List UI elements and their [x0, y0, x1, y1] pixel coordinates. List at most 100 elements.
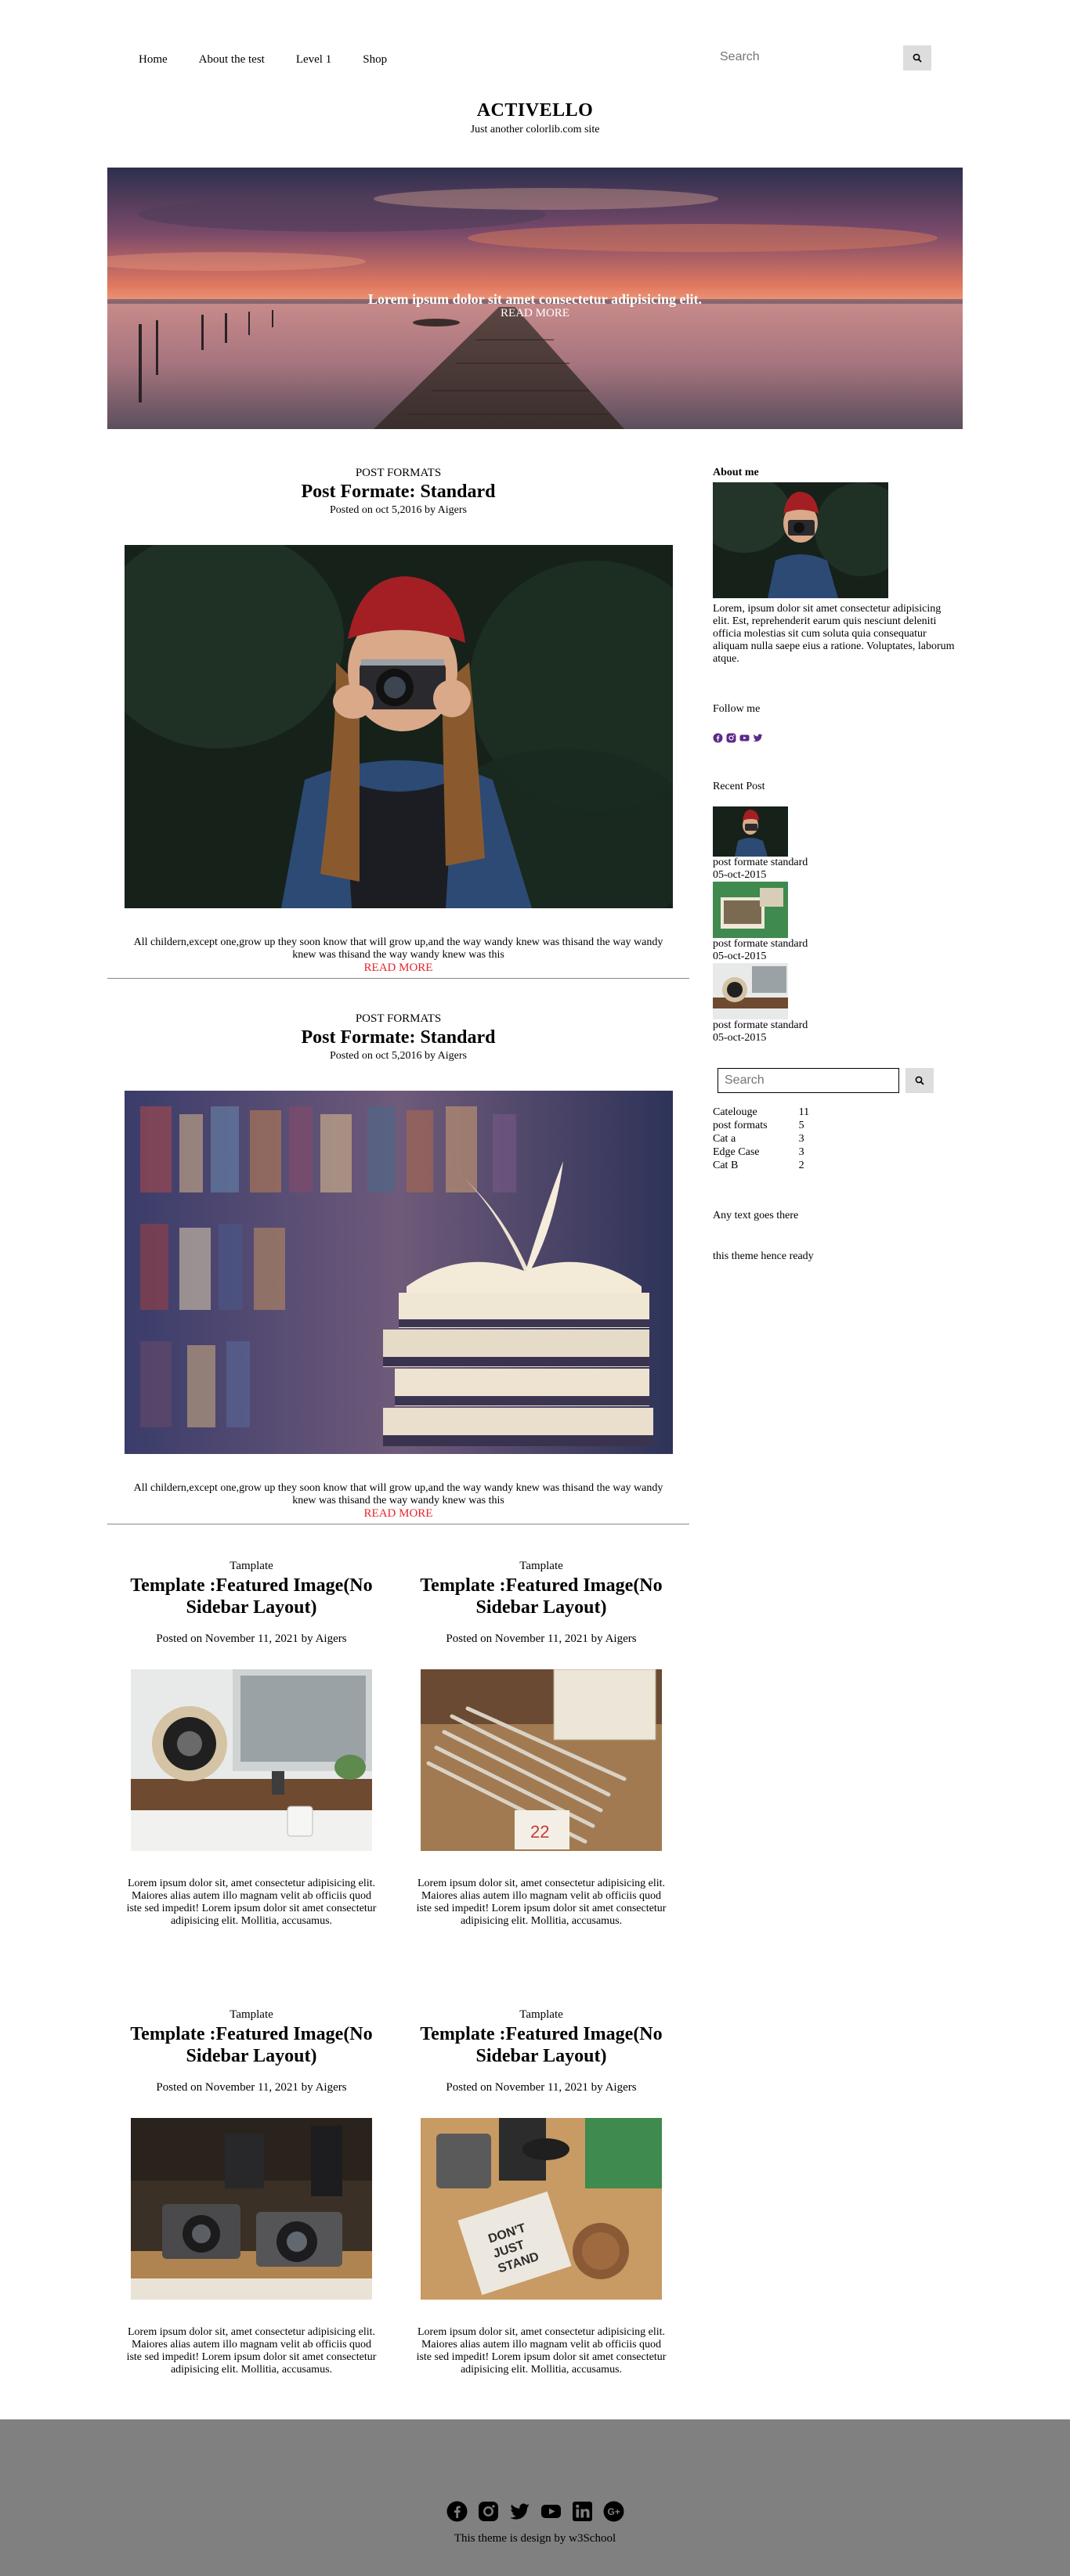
about-heading: About me [713, 467, 759, 478]
recent-post-item[interactable]: post formate standard 05-oct-2015 [713, 882, 963, 963]
recent-post-title[interactable]: post formate standard [713, 857, 963, 869]
featured-post-card: Tamplate Template :Featured Image(No Sid… [118, 1560, 385, 1928]
facebook-icon[interactable] [713, 733, 723, 743]
site-title[interactable]: ACTIVELLO [0, 100, 1070, 121]
post-image[interactable]: DON'T JUST STAND [421, 2118, 662, 2300]
post-image[interactable]: 22 [421, 1669, 662, 1851]
post-excerpt: Lorem ipsum dolor sit, amet consectetur … [416, 1878, 667, 1927]
category-count: 3 [798, 1146, 804, 1158]
post-category[interactable]: POST FORMATS [107, 467, 689, 480]
post-excerpt: All childern,except one,grow up they soo… [133, 936, 663, 961]
recent-post-title[interactable]: post formate standard [713, 1019, 963, 1032]
read-more-link[interactable]: READ MORE [107, 961, 689, 975]
nav-link-about[interactable]: About the test [183, 53, 280, 67]
sidebar-search [713, 1068, 963, 1093]
hero-read-more-link[interactable]: READ MORE [107, 307, 963, 320]
youtube-icon[interactable] [739, 733, 750, 743]
footer-credit: This theme is design by w3School [454, 2532, 616, 2545]
about-image [713, 482, 888, 598]
category-name[interactable]: Edge Case [713, 1145, 768, 1159]
category-row[interactable]: Cat B 2 [713, 1159, 809, 1172]
category-row[interactable]: Edge Case 3 [713, 1145, 809, 1159]
hero-caption: Lorem ipsum dolor sit amet consectetur a… [368, 291, 702, 307]
recent-post-thumbnail[interactable] [713, 963, 788, 1019]
nav-link-shop[interactable]: Shop [347, 53, 403, 67]
post-title[interactable]: Template :Featured Image(No Sidebar Layo… [408, 2023, 674, 2067]
instagram-icon[interactable] [726, 733, 736, 743]
category-row[interactable]: Catelouge 11 [713, 1106, 809, 1119]
instagram-icon[interactable] [478, 2501, 499, 2522]
category-row[interactable]: post formats 5 [713, 1119, 809, 1132]
category-name[interactable]: Catelouge [713, 1106, 768, 1119]
post-image[interactable] [124, 1091, 673, 1454]
recent-post-item[interactable]: post formate standard 05-oct-2015 [713, 806, 963, 882]
post-excerpt: Lorem ipsum dolor sit, amet consectetur … [126, 1878, 377, 1927]
category-count: 5 [798, 1120, 804, 1131]
post-category[interactable]: Tamplate [408, 2008, 674, 2022]
nav-search-input[interactable] [712, 45, 873, 69]
sidebar-search-input[interactable] [718, 1068, 899, 1093]
recent-post-thumbnail[interactable] [713, 806, 788, 857]
about-text: Lorem, ipsum dolor sit amet consectetur … [713, 603, 955, 665]
sidebar-text-1: Any text goes there [713, 1210, 799, 1221]
hero-banner: Lorem ipsum dolor sit amet consectetur a… [107, 168, 963, 429]
post-category[interactable]: Tamplate [408, 1560, 674, 1573]
linkedin-icon[interactable] [572, 2501, 593, 2522]
recent-post-date: 05-oct-2015 [713, 869, 767, 881]
about-photo [713, 482, 888, 598]
facebook-icon[interactable] [446, 2501, 468, 2522]
post-category[interactable]: POST FORMATS [107, 1012, 689, 1026]
post-image[interactable] [131, 2118, 372, 2300]
nav-link-home[interactable]: Home [123, 53, 183, 67]
post-title[interactable]: Template :Featured Image(No Sidebar Layo… [118, 2023, 385, 2067]
sidebar-text-2: this theme hence ready [713, 1250, 814, 1262]
recent-thumb-image [713, 806, 788, 857]
post-image[interactable] [131, 1669, 372, 1851]
cameras-image [131, 2118, 372, 2300]
post-meta: Posted on November 11, 2021 by Aigers [446, 2081, 637, 2094]
follow-heading: Follow me [713, 703, 761, 715]
category-name[interactable]: Cat a [713, 1132, 768, 1145]
twitter-icon[interactable] [509, 2501, 530, 2522]
post-divider [107, 978, 689, 979]
twitter-icon[interactable] [753, 733, 763, 743]
notebook-desk-image: DON'T JUST STAND [421, 2118, 662, 2300]
sidebar-search-button[interactable] [906, 1068, 934, 1093]
post-category[interactable]: Tamplate [118, 2008, 385, 2022]
recent-post-title[interactable]: post formate standard [713, 938, 963, 951]
footer: G+ This theme is design by w3School [0, 2419, 1070, 2576]
category-name[interactable]: post formats [713, 1119, 768, 1132]
post-meta: Posted on November 11, 2021 by Aigers [446, 1633, 637, 1645]
speaker-desk-image [131, 1669, 372, 1851]
youtube-icon[interactable] [540, 2501, 562, 2522]
follow-icons [713, 733, 963, 743]
category-count: 3 [798, 1133, 804, 1145]
post-excerpt: Lorem ipsum dolor sit, amet consectetur … [126, 2326, 377, 2376]
recent-thumb-image [713, 882, 788, 938]
post-excerpt: All childern,except one,grow up they soo… [133, 1482, 663, 1506]
search-icon [913, 53, 922, 63]
recent-post-thumbnail[interactable] [713, 882, 788, 938]
photographer-image [124, 545, 673, 908]
recent-post-item[interactable]: post formate standard 05-oct-2015 [713, 963, 963, 1044]
post-image[interactable] [124, 545, 673, 908]
post-title[interactable]: Post Formate: Standard [107, 482, 689, 503]
google-plus-icon[interactable]: G+ [603, 2501, 624, 2522]
category-row[interactable]: Cat a 3 [713, 1132, 809, 1145]
category-count: 11 [798, 1106, 810, 1118]
post-category[interactable]: Tamplate [118, 1560, 385, 1573]
books-image [124, 1091, 673, 1454]
post-title[interactable]: Post Formate: Standard [107, 1027, 689, 1048]
nav-links: Home About the test Level 1 Shop [123, 53, 403, 67]
svg-text:22: 22 [530, 1822, 549, 1842]
search-icon [915, 1076, 924, 1085]
post-title[interactable]: Template :Featured Image(No Sidebar Layo… [408, 1575, 674, 1618]
recent-thumb-image [713, 963, 788, 1019]
featured-post-card: Tamplate Template :Featured Image(No Sid… [408, 1560, 674, 1928]
read-more-link[interactable]: READ MORE [107, 1507, 689, 1521]
category-name[interactable]: Cat B [713, 1159, 768, 1172]
post-title[interactable]: Template :Featured Image(No Sidebar Layo… [118, 1575, 385, 1618]
svg-text:G+: G+ [607, 2506, 620, 2517]
nav-link-level-1[interactable]: Level 1 [280, 53, 347, 67]
nav-search-button[interactable] [903, 45, 931, 70]
